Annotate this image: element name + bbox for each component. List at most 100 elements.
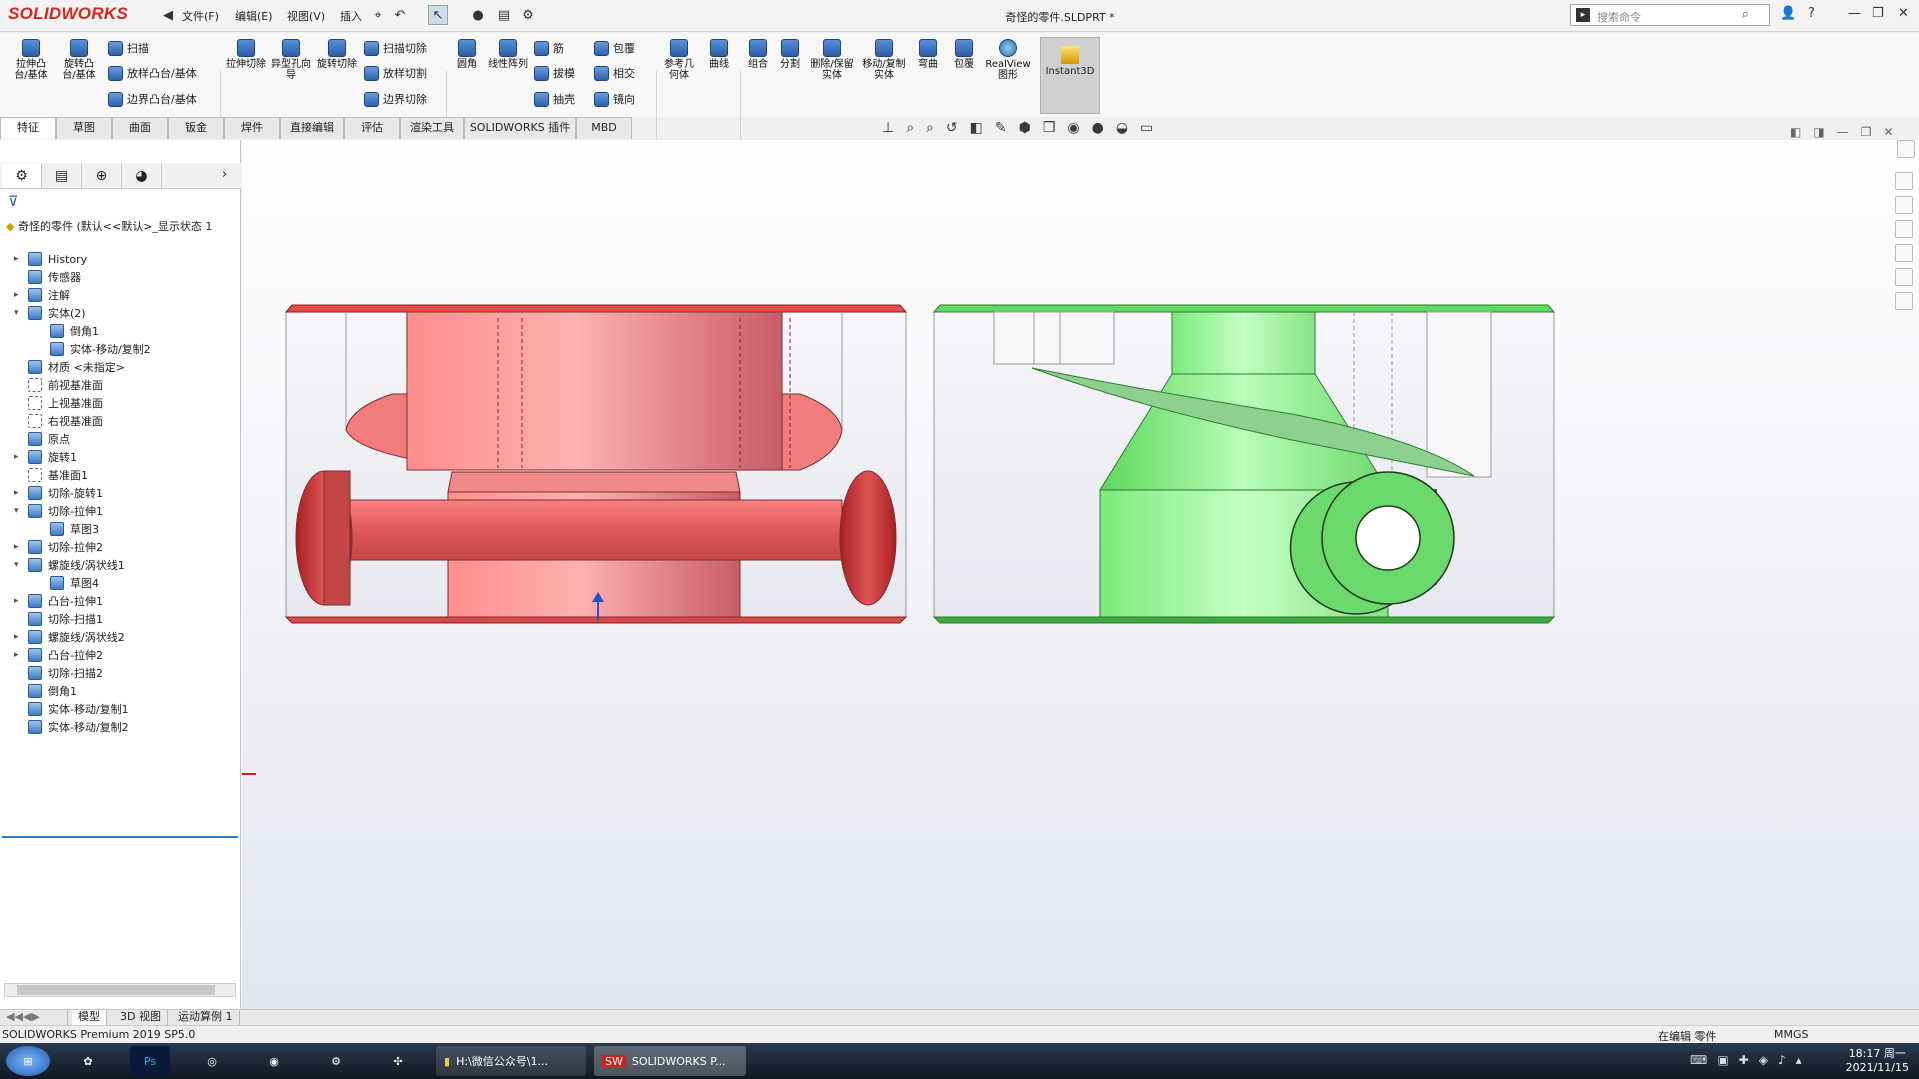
revolve-cut-button[interactable]: 旋转切除	[316, 39, 358, 70]
tree-item[interactable]: 草图3	[36, 519, 99, 539]
expand-icon[interactable]: ▾	[14, 506, 24, 516]
restore-icon[interactable]: ❐	[1872, 6, 1884, 21]
tree-root-part[interactable]: ◆ 奇怪的零件 (默认<<默认>_显示状态 1	[6, 218, 212, 234]
rollback-bar[interactable]	[2, 836, 238, 838]
tree-item[interactable]: ▾ 切除-拉伸1	[14, 501, 103, 521]
move-copy-body-button[interactable]: 移动/复制实体	[862, 39, 906, 81]
search-icon[interactable]: ⌕	[1742, 7, 1749, 22]
menu-view[interactable]: 视图(V)	[287, 8, 325, 24]
delete-keep-body-button[interactable]: 删除/保留实体	[810, 39, 854, 81]
tree-item[interactable]: 传感器	[14, 267, 81, 287]
menu-edit[interactable]: 编辑(E)	[235, 8, 273, 24]
apply-scene-icon[interactable]: ◒	[1116, 120, 1128, 136]
sweep-button[interactable]: 扫描	[108, 37, 149, 59]
file-properties-icon[interactable]: ▤	[494, 5, 514, 25]
model-canvas[interactable]	[242, 140, 1919, 1010]
units-selector[interactable]: MMGS	[1774, 1028, 1809, 1041]
media-player-icon[interactable]: ◉	[254, 1046, 294, 1076]
mirror-button[interactable]: 镜向	[594, 88, 635, 110]
file-explorer-icon[interactable]	[1895, 220, 1913, 238]
app-launcher-icon[interactable]: ✿	[68, 1046, 108, 1076]
tree-item[interactable]: ▸ 凸台-拉伸2	[14, 645, 103, 665]
tree-item[interactable]: ▸ 旋转1	[14, 447, 77, 467]
menu-file[interactable]: 文件(F)	[182, 8, 219, 24]
expand-icon[interactable]: ▾	[14, 308, 24, 318]
tree-item[interactable]: ▸ 切除-拉伸2	[14, 537, 103, 557]
zoom-area-icon[interactable]: ⌕	[926, 120, 934, 136]
minimize-icon[interactable]: —	[1848, 6, 1861, 21]
section-view-icon[interactable]: ◧	[970, 120, 983, 136]
close-icon[interactable]: ✕	[1898, 6, 1909, 21]
view-orientation-icon[interactable]: ⊥	[882, 120, 894, 136]
display-manager-tab-icon[interactable]: ◕	[122, 164, 162, 188]
filter-icon[interactable]: ⊽	[8, 194, 18, 210]
display-style-icon[interactable]: ❒	[1043, 120, 1056, 136]
tree-item[interactable]: ▾ 螺旋线/涡状线1	[14, 555, 125, 575]
tree-item[interactable]: 倒角1	[36, 321, 99, 341]
tab-model[interactable]: 模型	[72, 1010, 107, 1025]
antivirus-icon[interactable]: ✚	[1739, 1053, 1749, 1067]
hole-wizard-button[interactable]: 异型孔向导	[270, 39, 312, 81]
draft-button[interactable]: 拔模	[534, 62, 575, 84]
clock[interactable]: 18:17 周一 2021/11/15	[1846, 1047, 1909, 1075]
combine-button[interactable]: 组合	[744, 39, 772, 70]
help-icon[interactable]: ?	[1808, 6, 1815, 21]
tree-item[interactable]: ▸ 切除-旋转1	[14, 483, 103, 503]
tab-solidworks-addins[interactable]: SOLIDWORKS 插件	[464, 117, 576, 139]
hide-show-items-icon[interactable]: ◉	[1067, 120, 1079, 136]
realview-button[interactable]: RealView图形	[984, 39, 1032, 81]
tree-item[interactable]: ▾ 实体(2)	[14, 303, 86, 323]
tab-sketch[interactable]: 草图	[56, 117, 112, 139]
split-button[interactable]: 分割	[776, 39, 804, 70]
viewport-close-icon[interactable]: ✕	[1883, 125, 1893, 139]
ok-app-icon[interactable]: ⚙	[316, 1046, 356, 1076]
edit-appearance-icon[interactable]: ●	[1092, 120, 1104, 136]
view-settings-icon[interactable]: ▭	[1140, 120, 1153, 136]
tree-item[interactable]: 原点	[14, 429, 70, 449]
start-button-icon[interactable]: ⊞	[6, 1046, 50, 1076]
tree-item[interactable]: ▸ 注解	[14, 285, 70, 305]
search-mode-icon[interactable]: ▸	[1576, 8, 1590, 22]
chevron-right-icon[interactable]: ›	[222, 167, 227, 182]
search-commands-input[interactable]: ▸ 搜索命令 ⌕	[1570, 4, 1770, 26]
scroll-thumb[interactable]	[17, 985, 215, 995]
tree-item[interactable]: 倒角1	[14, 681, 77, 701]
solidworks-logo[interactable]: SOLIDWORKS	[8, 4, 128, 24]
expand-icon[interactable]: ▾	[14, 560, 24, 570]
wrap-big-button[interactable]: 包覆	[950, 39, 978, 70]
expand-icon[interactable]: ▸	[14, 632, 24, 642]
feature-manager-tab-icon[interactable]: ⚙	[2, 164, 42, 188]
tree-item[interactable]: 基准面1	[14, 465, 88, 485]
viewport-arrange-icon[interactable]: ◨	[1813, 125, 1824, 139]
boundary-boss-button[interactable]: 边界凸台/基体	[108, 88, 197, 110]
pin-icon[interactable]: ⌖	[368, 5, 388, 25]
user-icon[interactable]: 👤	[1780, 6, 1796, 21]
lofted-cut-button[interactable]: 放样切割	[364, 62, 427, 84]
select-arrow-icon[interactable]: ↖	[428, 5, 448, 25]
custom-properties-icon[interactable]	[1895, 292, 1913, 310]
photoshop-icon[interactable]: Ps	[130, 1046, 170, 1076]
viewport-split-icon[interactable]: ◧	[1790, 125, 1801, 139]
linear-pattern-button[interactable]: 线性阵列	[488, 39, 528, 70]
tree-item[interactable]: 切除-扫描2	[14, 663, 103, 683]
curves-button[interactable]: 曲线	[702, 39, 736, 70]
tray-app-icon[interactable]: ▣	[1717, 1053, 1728, 1067]
taskbar-solidworks-window[interactable]: SW SOLIDWORKS P...	[594, 1046, 746, 1076]
view-palette-icon[interactable]	[1895, 244, 1913, 262]
menu-insert[interactable]: 插入	[340, 8, 362, 24]
expand-icon[interactable]: ▸	[14, 488, 24, 498]
design-library-icon[interactable]	[1897, 140, 1915, 158]
home-icon[interactable]	[1895, 172, 1913, 190]
extrude-cut-button[interactable]: 拉伸切除	[225, 39, 267, 70]
tab-motion-study[interactable]: 运动算例 1	[172, 1010, 240, 1025]
green-body[interactable]	[932, 304, 1556, 624]
library-icon[interactable]	[1895, 196, 1913, 214]
configuration-manager-tab-icon[interactable]: ⊕	[82, 164, 122, 188]
reference-geometry-button[interactable]: 参考几何体	[660, 39, 698, 81]
zoom-to-fit-icon[interactable]: ⌕	[906, 120, 914, 136]
show-hidden-icons[interactable]: ▴	[1796, 1053, 1802, 1067]
previous-view-icon[interactable]: ↺	[946, 120, 958, 136]
shell-button[interactable]: 抽壳	[534, 88, 575, 110]
tab-3d-view[interactable]: 3D 视图	[114, 1010, 168, 1025]
tree-item[interactable]: 实体-移动/复制1	[14, 699, 129, 719]
